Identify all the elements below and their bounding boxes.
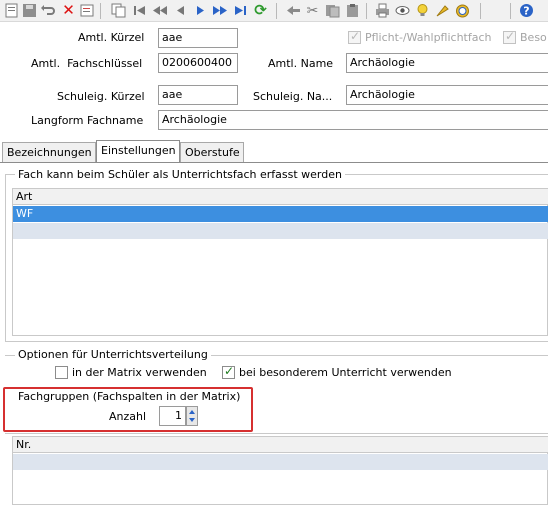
- pflicht-label: Pflicht-/Wahlpflichtfach: [365, 31, 492, 44]
- fach-table-header[interactable]: Art: [13, 189, 548, 205]
- fachgruppen-table: Nr.: [12, 436, 548, 505]
- paste-icon[interactable]: [324, 2, 341, 19]
- schuleig-kurzel-label: Schuleig. Kürzel: [57, 90, 145, 103]
- kurzel-field[interactable]: aae: [158, 28, 238, 48]
- fach-table: Art WF: [12, 188, 548, 336]
- preview-icon[interactable]: [394, 2, 411, 19]
- copy-icon[interactable]: [110, 2, 127, 19]
- beso-label: Beso: [520, 31, 547, 44]
- besonder-checkbox[interactable]: [222, 364, 235, 379]
- matrix-label: in der Matrix verwenden: [72, 366, 207, 379]
- idea-icon[interactable]: [414, 2, 431, 19]
- anzahl-spinner[interactable]: [186, 406, 198, 426]
- delete-icon[interactable]: ✕: [60, 2, 77, 19]
- cut-icon[interactable]: ✂: [304, 2, 321, 19]
- fachgruppen-title: Fachgruppen (Fachspalten in der Matrix): [18, 390, 241, 403]
- svg-text:?: ?: [523, 5, 529, 18]
- nav-next-icon[interactable]: [192, 2, 209, 19]
- tab-einstellungen[interactable]: Einstellungen: [96, 140, 180, 163]
- matrix-checkbox[interactable]: [55, 366, 68, 379]
- optionen-title: Optionen für Unterrichtsverteilung: [15, 348, 211, 361]
- fachgruppen-group-line: [5, 433, 548, 434]
- edit-icon[interactable]: [79, 2, 96, 19]
- langform-label: Langform Fachname: [31, 114, 144, 127]
- undo-icon[interactable]: [40, 2, 57, 19]
- help-icon[interactable]: ?: [518, 2, 535, 19]
- save-icon[interactable]: [21, 2, 38, 19]
- refresh-icon[interactable]: ⟳: [252, 2, 269, 19]
- besonder-label: bei besonderem Unterricht verwenden: [239, 366, 452, 379]
- back-arrow-icon[interactable]: [285, 2, 302, 19]
- clipboard-icon[interactable]: [344, 2, 361, 19]
- fachschluessel-field[interactable]: 0200600400: [158, 53, 238, 73]
- amtl-name-field[interactable]: Archäologie: [346, 53, 548, 73]
- anzahl-label: Anzahl: [109, 410, 147, 423]
- first-record-icon[interactable]: [3, 2, 20, 19]
- nav-first-icon[interactable]: [131, 2, 148, 19]
- beso-checkbox[interactable]: [503, 29, 516, 44]
- table-row[interactable]: WF: [13, 206, 548, 222]
- nav-prev-page-icon[interactable]: [151, 2, 168, 19]
- tab-oberstufe[interactable]: Oberstufe: [180, 142, 244, 163]
- settings-icon[interactable]: [454, 2, 471, 19]
- nav-last-icon[interactable]: [232, 2, 249, 19]
- kurzel-label: Amtl. Kürzel: [78, 31, 145, 44]
- toolbar: ✕ ⟳ ✂ ?: [0, 0, 548, 22]
- schuleig-name-field[interactable]: Archäologie: [346, 85, 548, 105]
- print-icon[interactable]: [374, 2, 391, 19]
- table-row-empty[interactable]: [13, 223, 548, 239]
- fach-group-title: Fach kann beim Schüler als Unterrichtsfa…: [15, 168, 345, 181]
- nav-prev-icon[interactable]: [172, 2, 189, 19]
- schuleig-kurzel-field[interactable]: aae: [158, 85, 238, 105]
- nav-next-page-icon[interactable]: [212, 2, 229, 19]
- table-row-empty[interactable]: [13, 454, 548, 470]
- fachschluessel-label: Amtl. Fachschlüssel: [31, 57, 143, 70]
- wizard-icon[interactable]: [434, 2, 451, 19]
- fachgruppen-table-header[interactable]: Nr.: [13, 437, 548, 453]
- amtl-name-label: Amtl. Name: [268, 57, 334, 70]
- schuleig-name-label: Schuleig. Na...: [253, 90, 333, 103]
- anzahl-field[interactable]: 1: [159, 406, 186, 426]
- pflicht-checkbox[interactable]: [348, 29, 361, 44]
- tab-divider: [0, 162, 548, 163]
- langform-field[interactable]: Archäologie: [158, 110, 548, 130]
- tab-bezeichnungen[interactable]: Bezeichnungen: [2, 142, 96, 163]
